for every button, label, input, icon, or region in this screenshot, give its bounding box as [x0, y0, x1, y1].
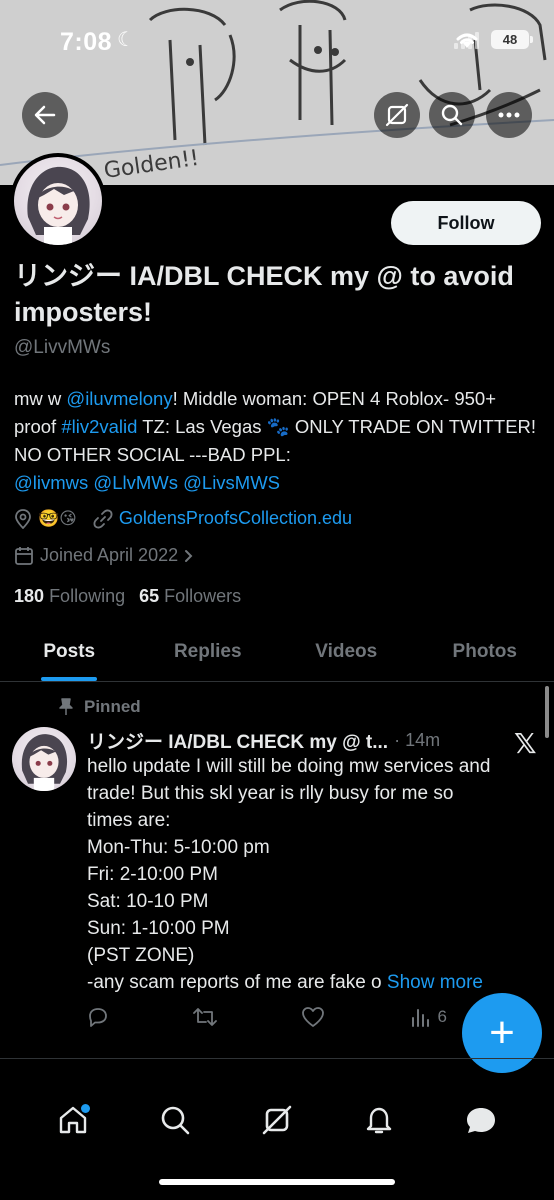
retweet-icon: [193, 1008, 218, 1026]
location-icon: [15, 508, 31, 529]
post-line: trade! But this skl year is rlly busy fo…: [87, 783, 454, 804]
post-divider: [0, 1058, 554, 1059]
views-button[interactable]: 6: [410, 1007, 447, 1027]
post-line: Fri: 2-10:00 PM: [87, 864, 218, 885]
tab-videos[interactable]: Videos: [277, 622, 416, 681]
reply-button[interactable]: [87, 1006, 109, 1028]
tab-replies[interactable]: Replies: [139, 622, 278, 681]
nav-grok[interactable]: [247, 1090, 307, 1150]
bio-mention-link[interactable]: @LivsMWS: [183, 472, 280, 493]
post-author-name[interactable]: リンジー IA/DBL CHECK my @ t...: [87, 727, 388, 754]
reply-icon: [89, 1008, 107, 1027]
chevron-right-icon: [185, 549, 193, 562]
post-line: -any scam reports of me are fake o Show …: [87, 969, 532, 996]
post-header: リンジー IA/DBL CHECK my @ t... · 14m: [87, 727, 537, 754]
search-button[interactable]: [429, 92, 475, 138]
tab-posts[interactable]: Posts: [0, 622, 139, 681]
following-stat[interactable]: 180 Following: [14, 586, 125, 607]
followers-count: 65: [139, 586, 160, 606]
profile-avatar[interactable]: [10, 153, 106, 249]
followers-stat[interactable]: 65 Followers: [139, 586, 241, 607]
status-bar: 7:08 ☾ 48: [0, 0, 554, 80]
back-arrow-icon: [34, 105, 56, 125]
show-more-link[interactable]: Show more: [387, 972, 483, 993]
search-icon: [441, 104, 463, 126]
home-notification-dot: [81, 1104, 90, 1113]
post-line: Mon-Thu: 5-10:00 pm: [87, 837, 270, 858]
nav-explore[interactable]: [145, 1090, 205, 1150]
like-icon: [302, 1007, 325, 1027]
link-icon: [93, 509, 113, 528]
compose-post-button[interactable]: +: [462, 993, 542, 1073]
tab-photos[interactable]: Photos: [416, 622, 554, 681]
views-icon: [411, 1009, 429, 1027]
grok-icon: [385, 103, 409, 127]
calendar-icon: [15, 546, 33, 565]
followers-label: Followers: [164, 586, 242, 606]
retweet-button[interactable]: [193, 1006, 218, 1028]
more-button[interactable]: [486, 92, 532, 138]
battery-indicator: 48: [491, 30, 533, 49]
post-line: Sat: 10-10 PM: [87, 891, 209, 912]
explore-icon: [161, 1106, 190, 1135]
bio-mention-link[interactable]: @LlvMWs: [93, 472, 178, 493]
status-time: 7:08: [60, 28, 113, 56]
post-author-avatar[interactable]: [12, 727, 76, 791]
follow-button[interactable]: Follow: [391, 201, 541, 245]
post-body[interactable]: hello update I will still be doing mw se…: [87, 753, 532, 996]
status-icons: 48: [454, 30, 533, 49]
nav-messages[interactable]: [451, 1090, 511, 1150]
joined-date: Joined April 2022: [40, 545, 179, 565]
nav-home[interactable]: [43, 1090, 103, 1150]
following-label: Following: [49, 586, 126, 606]
grok-nav-icon: [262, 1105, 292, 1135]
pin-icon: [59, 698, 73, 715]
post-line: Sun: 1-10:00 PM: [87, 918, 230, 939]
post-line: times are:: [87, 810, 171, 831]
post-actions: 6: [87, 1006, 447, 1028]
post-line: hello update I will still be doing mw se…: [87, 756, 491, 777]
avatar-illustration: [21, 734, 68, 791]
pinned-indicator: Pinned: [58, 697, 141, 717]
home-indicator[interactable]: [159, 1179, 395, 1185]
wifi-icon: [456, 33, 478, 48]
bio-mention-link[interactable]: @iluvmelony: [66, 388, 172, 409]
more-icon: [498, 112, 520, 118]
profile-bio: mw w @iluvmelony! Middle woman: OPEN 4 R…: [14, 385, 539, 497]
avatar-illustration: [27, 166, 90, 245]
location-emojis: 🤓😘: [38, 508, 77, 528]
post-line: (PST ZONE): [87, 945, 195, 966]
follow-stats: 180 Following 65 Followers: [14, 586, 241, 607]
views-count: 6: [437, 1007, 447, 1026]
bio-mention-link[interactable]: @livmws: [14, 472, 88, 493]
grok-button[interactable]: [374, 92, 420, 138]
joined-date-row[interactable]: Joined April 2022: [14, 545, 194, 566]
profile-banner[interactable]: Golden!! 7:08 ☾ 48: [0, 0, 554, 185]
website-link[interactable]: GoldensProofsCollection.edu: [119, 508, 352, 529]
bottom-navigation: [0, 1080, 554, 1160]
back-button[interactable]: [22, 92, 68, 138]
bio-text: mw w: [14, 388, 67, 409]
pinned-label: Pinned: [84, 697, 141, 716]
notifications-icon: [366, 1107, 392, 1134]
scrollbar[interactable]: [545, 686, 549, 738]
like-button[interactable]: [301, 1006, 325, 1028]
bio-hashtag-link[interactable]: #liv2valid: [61, 416, 137, 437]
profile-tabs: Posts Replies Videos Photos: [0, 622, 554, 682]
profile-handle: @LivvMWs: [14, 337, 111, 358]
profile-display-name: リンジー IA/DBL CHECK my @ to avoid imposter…: [14, 261, 514, 327]
post-timestamp[interactable]: · 14m: [394, 730, 440, 751]
post-last-line: -any scam reports of me are fake o: [87, 972, 382, 993]
messages-icon: [467, 1108, 495, 1133]
profile-meta-row: 🤓😘 GoldensProofsCollection.edu: [14, 508, 352, 529]
moon-icon: ☾: [117, 29, 135, 51]
nav-notifications[interactable]: [349, 1090, 409, 1150]
following-count: 180: [14, 586, 45, 606]
